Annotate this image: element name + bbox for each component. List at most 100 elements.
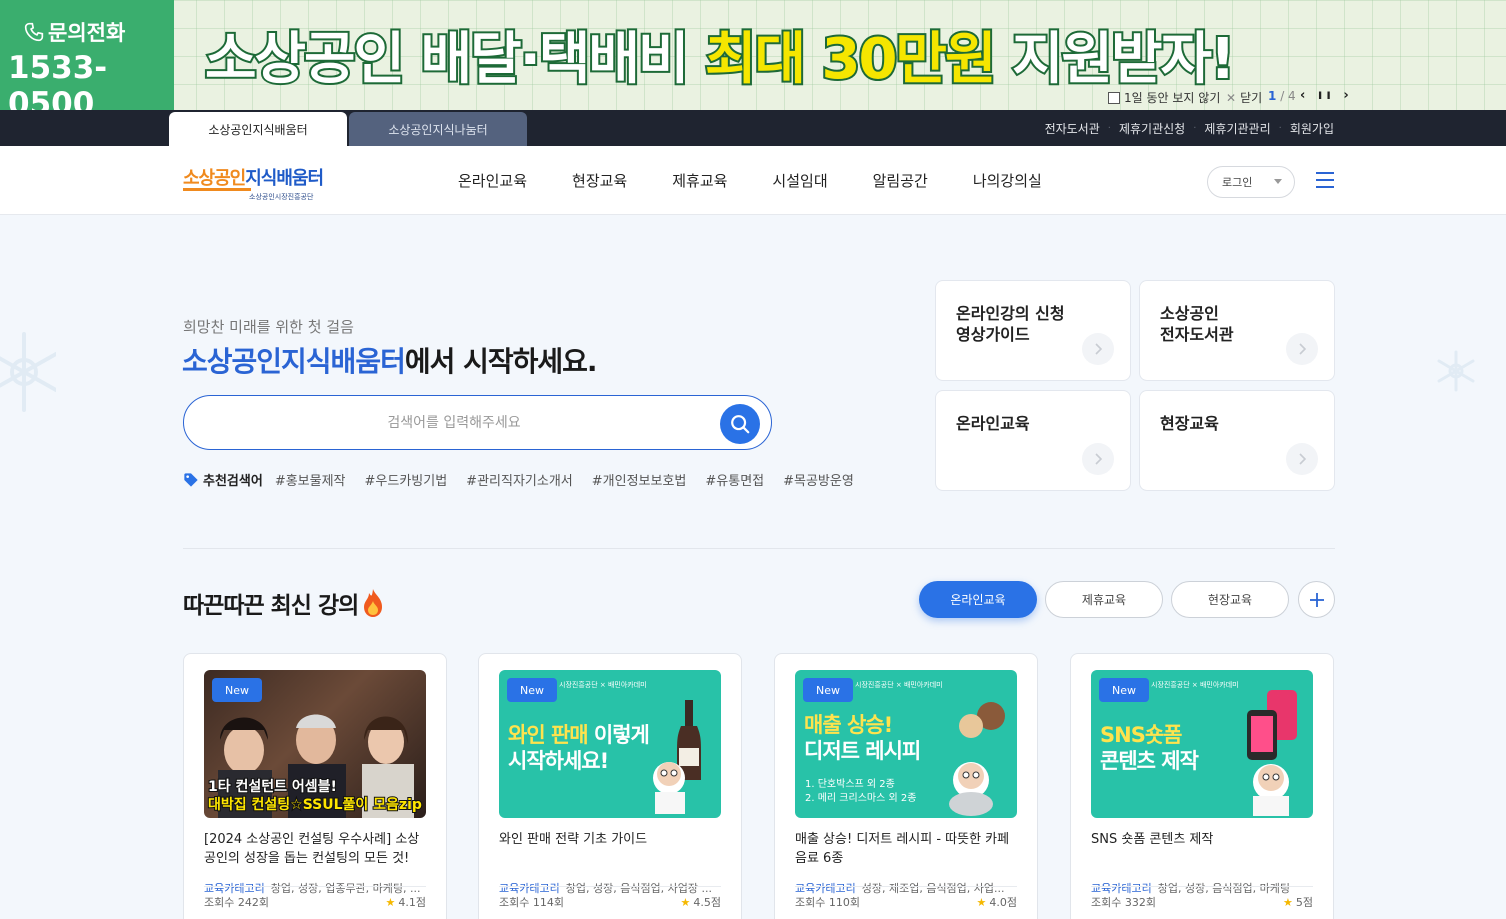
quick-link-online-education[interactable]: 온라인교육 bbox=[935, 390, 1131, 491]
top-promo-banner[interactable]: 문의전화 1533-0500 소상공인 배달·택배비 최대 30만원 지원받자!… bbox=[0, 0, 1506, 110]
quick-link-title: 온라인교육 bbox=[956, 414, 1030, 433]
phone-icon bbox=[24, 22, 44, 42]
filter-online-education[interactable]: 온라인교육 bbox=[919, 581, 1037, 618]
thumb-line-2: 콘텐츠 제작 bbox=[1100, 749, 1199, 773]
star-icon: ★ bbox=[976, 896, 987, 909]
search-button[interactable] bbox=[720, 404, 760, 444]
nav-notice[interactable]: 알림공간 bbox=[873, 170, 928, 191]
headline-highlight: 최대 30만원 bbox=[703, 25, 999, 94]
keyword-tag[interactable]: #유통면접 bbox=[705, 470, 764, 489]
link-partner-manage[interactable]: 제휴기관관리 bbox=[1204, 120, 1270, 137]
nav-online-education[interactable]: 온라인교육 bbox=[458, 170, 527, 191]
hero-title-rest: 에서 시작하세요. bbox=[404, 345, 598, 378]
logo-text-orange: 소상공인 bbox=[183, 168, 246, 189]
card-divider bbox=[1091, 886, 1313, 887]
hide-today-label: 1일 동안 보지 않기 bbox=[1124, 91, 1221, 105]
lecture-card[interactable]: New 시장진흥공단 × 배민아카데미 매출 상승! 디저트 레시피 1. 단호… bbox=[774, 653, 1038, 919]
caption-line-2: 대박집 컨설팅☆SSUL풀이 모음zip bbox=[207, 796, 423, 814]
hide-today-checkbox[interactable]: 1일 동안 보지 않기 bbox=[1108, 89, 1220, 106]
quick-link-video-guide[interactable]: 온라인강의 신청 영상가이드 bbox=[935, 280, 1131, 381]
star-icon: ★ bbox=[680, 896, 691, 909]
keyword-tag[interactable]: #관리직자기소개서 bbox=[466, 470, 573, 489]
search-input[interactable] bbox=[204, 408, 704, 438]
nav-my-classroom[interactable]: 나의강의실 bbox=[973, 170, 1042, 191]
link-signup[interactable]: 회원가입 bbox=[1290, 120, 1334, 137]
new-badge: New bbox=[803, 678, 853, 702]
thumb-highlight: 와인 판매 bbox=[508, 723, 589, 747]
latest-lectures-title: 따끈따끈 최신 강의 bbox=[183, 586, 386, 620]
divider: · bbox=[1107, 122, 1111, 134]
lecture-title[interactable]: [2024 소상공인 컨설팅 우수사례] 소상공인의 성장을 돕는 컨설팅의 모… bbox=[204, 830, 430, 868]
recommended-keywords: 추천검색어 #홍보물제작 #우드카빙기법 #관리직자기소개서 #개인정보보호법 … bbox=[183, 470, 873, 489]
quick-link-title: 현장교육 bbox=[1160, 414, 1219, 433]
login-dropdown[interactable]: 로그인 bbox=[1207, 166, 1295, 198]
new-badge: New bbox=[1099, 678, 1149, 702]
section-divider bbox=[183, 548, 1335, 549]
phone-label-text: 문의전화 bbox=[48, 21, 126, 45]
more-button[interactable] bbox=[1298, 581, 1335, 618]
logo-text-blue: 지식배움터 bbox=[245, 168, 324, 189]
section-title-text: 따끈따끈 최신 강의 bbox=[183, 593, 359, 619]
hamburger-icon[interactable] bbox=[1316, 172, 1334, 188]
thumbnail-text: 매출 상승! 디저트 레시피 bbox=[804, 712, 921, 764]
search-icon bbox=[731, 415, 750, 434]
logo-subtitle: 소상공인시장진흥공단 bbox=[249, 193, 314, 201]
filter-partner-education[interactable]: 제휴교육 bbox=[1045, 581, 1163, 618]
view-count: 조회수 110회 bbox=[795, 896, 860, 909]
lecture-thumbnail[interactable]: New 1타 컨설턴트 어셈블! 대박집 컨설팅☆SSUL풀이 모음zip bbox=[204, 670, 426, 818]
filter-field-education[interactable]: 현장교육 bbox=[1171, 581, 1289, 618]
main-nav: 온라인교육 현장교육 제휴교육 시설임대 알림공간 나의강의실 bbox=[458, 146, 1087, 215]
banner-close-button[interactable]: ✕ 닫기 bbox=[1226, 89, 1262, 106]
card-divider bbox=[795, 886, 1017, 887]
star-icon: ★ bbox=[1283, 896, 1293, 909]
divider: · bbox=[1278, 122, 1282, 134]
keyword-tag[interactable]: #홍보물제작 bbox=[275, 470, 346, 489]
thumbnail-brand: 시장진흥공단 × 배민아카데미 bbox=[855, 681, 943, 689]
lecture-title[interactable]: SNS 숏폼 콘텐츠 제작 bbox=[1091, 830, 1317, 849]
lecture-thumbnail[interactable]: New 시장진흥공단 × 배민아카데미 SNS숏폼 콘텐츠 제작 bbox=[1091, 670, 1313, 818]
lecture-card[interactable]: New 1타 컨설턴트 어셈블! 대박집 컨설팅☆SSUL풀이 모음zip [2… bbox=[183, 653, 447, 919]
new-badge: New bbox=[507, 678, 557, 702]
quick-link-e-library[interactable]: 소상공인 전자도서관 bbox=[1139, 280, 1335, 381]
lecture-title[interactable]: 와인 판매 전략 기초 가이드 bbox=[499, 830, 725, 849]
chevron-right-icon bbox=[1286, 333, 1318, 365]
dessert-illustration bbox=[949, 702, 1005, 816]
lecture-thumbnail[interactable]: New 시장진흥공단 × 배민아카데미 매출 상승! 디저트 레시피 1. 단호… bbox=[795, 670, 1017, 818]
keywords-label: 추천검색어 bbox=[203, 474, 263, 489]
link-e-library[interactable]: 전자도서관 bbox=[1045, 120, 1100, 137]
view-count: 조회수 114회 bbox=[499, 896, 564, 909]
quick-link-field-education[interactable]: 현장교육 bbox=[1139, 390, 1335, 491]
view-count: 조회수 242회 bbox=[204, 896, 269, 909]
thumbnail-caption: 1타 컨설턴트 어셈블! 대박집 컨설팅☆SSUL풀이 모음zip bbox=[207, 778, 423, 814]
lecture-card[interactable]: New 시장진흥공단 × 배민아카데미 와인 판매 이렇게 시작하세요! 와인 … bbox=[478, 653, 742, 919]
site-logo[interactable]: 소상공인지식배움터 소상공인시장진흥공단 bbox=[183, 164, 324, 202]
banner-headline: 소상공인 배달·택배비 최대 30만원 지원받자! bbox=[203, 14, 1238, 95]
plus-icon bbox=[1309, 592, 1324, 607]
close-label: 닫기 bbox=[1240, 91, 1263, 105]
checkbox-icon[interactable] bbox=[1108, 91, 1120, 104]
caption-line-1: 1타 컨설턴트 어셈블! bbox=[207, 778, 338, 796]
nav-facility-rental[interactable]: 시설임대 bbox=[772, 170, 827, 191]
pager-total: / 4 bbox=[1280, 89, 1296, 103]
nav-field-education[interactable]: 현장교육 bbox=[572, 170, 627, 191]
search-box bbox=[183, 395, 772, 450]
keyword-tag[interactable]: #우드카빙기법 bbox=[365, 470, 448, 489]
lecture-title[interactable]: 매출 상승! 디저트 레시피 - 따뜻한 카페 음료 6종 bbox=[795, 830, 1021, 868]
lecture-card[interactable]: New 시장진흥공단 × 배민아카데미 SNS숏폼 콘텐츠 제작 SNS 숏폼 … bbox=[1070, 653, 1334, 919]
nav-partner-education[interactable]: 제휴교육 bbox=[672, 170, 727, 191]
banner-controls[interactable]: ‹ ıı › bbox=[1300, 88, 1353, 103]
keyword-tag[interactable]: #개인정보보호법 bbox=[592, 470, 687, 489]
chevron-right-icon bbox=[1286, 443, 1318, 475]
tab-knowledge-sharing[interactable]: 소상공인지식나눔터 bbox=[349, 112, 527, 146]
thumb-highlight: 매출 상승! bbox=[804, 713, 893, 737]
hero-title: 소상공인지식배움터에서 시작하세요. bbox=[182, 340, 598, 380]
thumb-line-1: 이렇게 bbox=[587, 723, 650, 747]
rating: 4.0점 bbox=[989, 896, 1017, 909]
link-partner-apply[interactable]: 제휴기관신청 bbox=[1119, 120, 1185, 137]
lecture-meta: 조회수 110회 ★ 4.0점 bbox=[795, 894, 1017, 910]
hero-subtitle: 희망찬 미래를 위한 첫 걸음 bbox=[183, 318, 354, 336]
keyword-tag[interactable]: #목공방운영 bbox=[783, 470, 854, 489]
chevron-right-icon bbox=[1082, 333, 1114, 365]
lecture-thumbnail[interactable]: New 시장진흥공단 × 배민아카데미 와인 판매 이렇게 시작하세요! bbox=[499, 670, 721, 818]
tab-knowledge-learning[interactable]: 소상공인지식배움터 bbox=[169, 112, 347, 146]
